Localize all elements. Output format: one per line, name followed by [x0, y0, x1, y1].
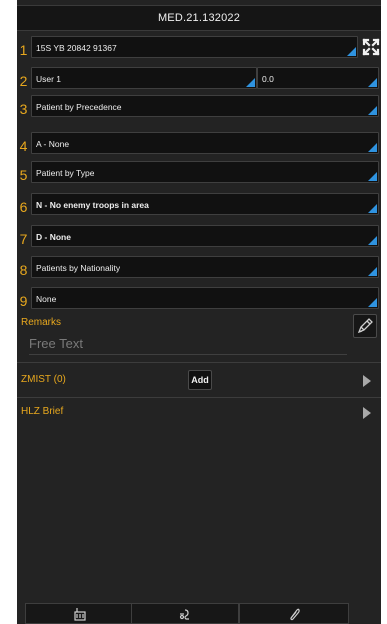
- nbc-contamination-value: None: [36, 294, 57, 304]
- nationality-value: Patients by Nationality: [36, 263, 121, 273]
- attachment-icon: [290, 608, 300, 621]
- field-row-9: 9 None: [17, 287, 381, 315]
- dropdown-indicator-icon: [368, 172, 377, 181]
- radio-button[interactable]: [25, 603, 135, 624]
- user-value: User 1: [36, 74, 62, 84]
- security-dropdown[interactable]: N - No enemy troops in area: [31, 193, 379, 215]
- zmist-label: ZMIST (0): [21, 374, 66, 385]
- field-row-2: 2 User 1 0.0: [17, 67, 381, 95]
- field-row-7: 7 D - None: [17, 225, 381, 253]
- precedence-dropdown[interactable]: Patient by Precedence: [31, 95, 379, 117]
- marking-method-value: D - None: [36, 232, 71, 242]
- pencil-edit-icon: [357, 318, 373, 334]
- dropdown-indicator-icon: [347, 47, 356, 56]
- signal-icon: [179, 609, 189, 620]
- user-dropdown[interactable]: User 1: [31, 67, 257, 89]
- field-row-4: 4 A - None: [17, 132, 381, 160]
- bottom-toolbar: [17, 603, 381, 624]
- nationality-dropdown[interactable]: Patients by Nationality: [31, 256, 379, 278]
- nbc-contamination-dropdown[interactable]: None: [31, 287, 379, 309]
- secondary-value: 0.0: [262, 74, 274, 84]
- radio-icon: [74, 608, 86, 621]
- field-number: 6: [19, 199, 28, 215]
- special-equipment-value: A - None: [36, 139, 70, 149]
- field-number: 1: [19, 42, 28, 58]
- field-number: 2: [19, 73, 28, 89]
- field-number: 9: [19, 293, 28, 309]
- field-number: 3: [19, 101, 28, 117]
- field-row-1: 1 15S YB 20842 91367: [17, 36, 381, 64]
- patient-type-dropdown[interactable]: Patient by Type: [31, 161, 379, 183]
- field-number: 5: [19, 167, 28, 183]
- remarks-label: Remarks: [21, 317, 62, 328]
- field-number: 4: [19, 138, 28, 154]
- location-value: 15S YB 20842 91367: [36, 43, 117, 53]
- zmist-add-button[interactable]: Add: [188, 370, 212, 390]
- dropdown-indicator-icon: [246, 78, 255, 87]
- special-equipment-dropdown[interactable]: A - None: [31, 132, 379, 154]
- remarks-input[interactable]: Free Text: [29, 334, 347, 355]
- medevac-form: MED.21.132022 1 15S YB 20842 91367 2 Use…: [17, 0, 381, 624]
- zmist-count: (0): [53, 374, 66, 385]
- value-dropdown[interactable]: 0.0: [257, 67, 379, 89]
- hlz-brief-section[interactable]: HLZ Brief: [17, 397, 381, 427]
- chevron-right-icon: [363, 407, 371, 419]
- field-number: 8: [19, 262, 28, 278]
- attachment-button[interactable]: [239, 603, 349, 624]
- dropdown-indicator-icon: [368, 298, 377, 307]
- dropdown-indicator-icon: [368, 78, 377, 87]
- edit-remarks-button[interactable]: [353, 314, 377, 338]
- zmist-section[interactable]: ZMIST (0) Add: [17, 365, 381, 395]
- dropdown-indicator-icon: [368, 267, 377, 276]
- signal-button[interactable]: [131, 603, 239, 624]
- patient-type-value: Patient by Type: [36, 168, 95, 178]
- dropdown-indicator-icon: [368, 143, 377, 152]
- field-row-5: 5 Patient by Type: [17, 161, 381, 189]
- crosshair-expand-icon[interactable]: [360, 36, 381, 58]
- hlz-brief-label: HLZ Brief: [21, 406, 64, 417]
- dropdown-indicator-icon: [368, 106, 377, 115]
- field-number: 7: [19, 231, 28, 247]
- security-value: N - No enemy troops in area: [36, 200, 149, 210]
- field-row-6: 6 N - No enemy troops in area: [17, 193, 381, 221]
- chevron-right-icon: [363, 375, 371, 387]
- dropdown-indicator-icon: [368, 236, 377, 245]
- window-title: MED.21.132022: [17, 5, 381, 31]
- dropdown-indicator-icon: [368, 204, 377, 213]
- divider: [17, 362, 381, 363]
- precedence-value: Patient by Precedence: [36, 102, 122, 112]
- location-dropdown[interactable]: 15S YB 20842 91367: [31, 36, 358, 58]
- field-row-8: 8 Patients by Nationality: [17, 256, 381, 284]
- marking-method-dropdown[interactable]: D - None: [31, 225, 379, 247]
- field-row-3: 3 Patient by Precedence: [17, 95, 381, 123]
